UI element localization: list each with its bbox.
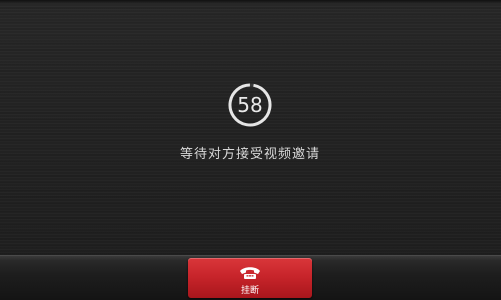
top-edge bbox=[0, 0, 501, 4]
phone-hangup-icon bbox=[240, 267, 260, 279]
hangup-label: 挂断 bbox=[240, 286, 259, 296]
countdown-seconds: 58 bbox=[237, 93, 263, 117]
video-call-waiting-screen: 58 等待对方接受视频邀请 挂断 bbox=[0, 0, 501, 300]
hangup-button[interactable]: 挂断 bbox=[188, 258, 312, 298]
waiting-status-text: 等待对方接受视频邀请 bbox=[179, 147, 320, 162]
countdown-timer: 58 bbox=[221, 81, 279, 129]
